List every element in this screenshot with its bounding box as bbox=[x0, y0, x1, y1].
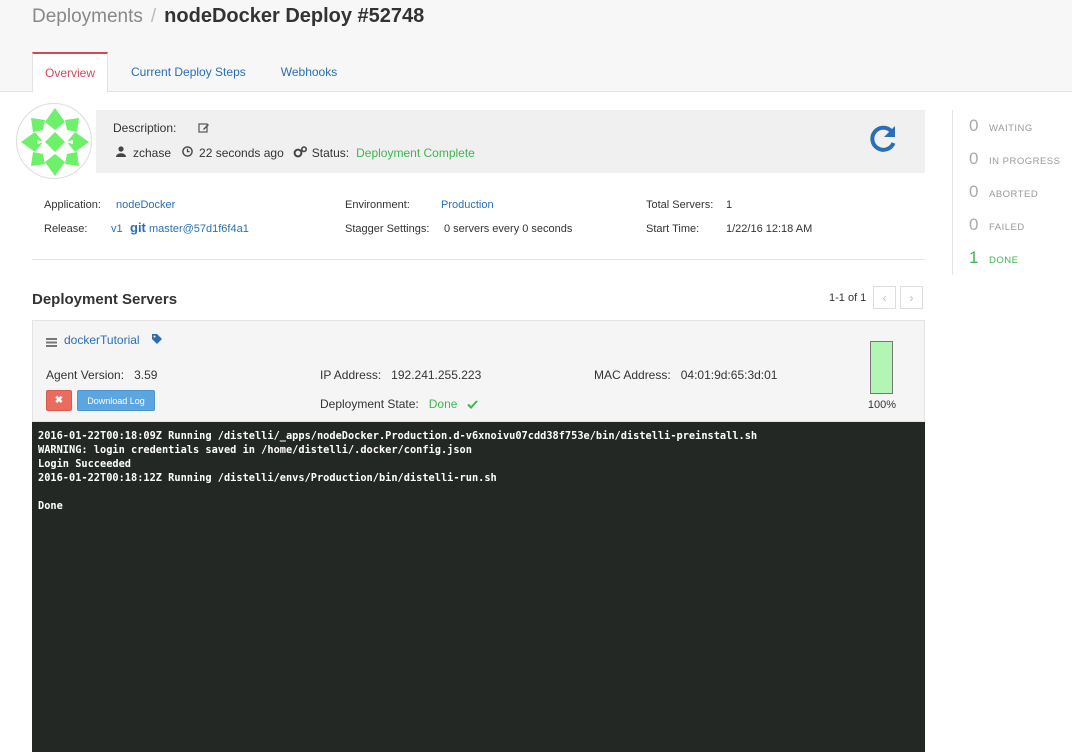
stat-in-progress-label: IN PROGRESS bbox=[989, 156, 1061, 167]
ip-address-label: IP Address: bbox=[320, 368, 382, 382]
server-icon bbox=[46, 336, 57, 347]
stat-aborted-label: ABORTED bbox=[989, 189, 1039, 200]
tab-current-deploy-steps[interactable]: Current Deploy Steps bbox=[119, 52, 258, 92]
agent-version-value: 3.59 bbox=[134, 368, 158, 382]
deployment-servers-title: Deployment Servers bbox=[32, 291, 178, 308]
deploy-time-ago: 22 seconds ago bbox=[199, 146, 284, 160]
deploy-progress-percent: 100% bbox=[867, 399, 897, 411]
server-panel: dockerTutorial Agent Version: 3.59 IP Ad… bbox=[32, 320, 925, 422]
deployment-state-value: Done bbox=[428, 397, 458, 411]
stat-failed-count: 0 bbox=[969, 215, 979, 234]
stat-done-count: 1 bbox=[969, 248, 979, 267]
agent-version: Agent Version: 3.59 bbox=[46, 368, 157, 382]
stagger-settings-label: Stagger Settings: bbox=[345, 223, 430, 235]
agent-version-label: Agent Version: bbox=[46, 368, 125, 382]
breadcrumb-deployments-link[interactable]: Deployments bbox=[32, 6, 143, 27]
page-title: nodeDocker Deploy #52748 bbox=[164, 5, 425, 27]
refresh-icon[interactable] bbox=[868, 124, 898, 154]
clock-icon bbox=[180, 146, 194, 160]
deployment-state-label: Deployment State: bbox=[320, 397, 419, 411]
pager-prev-button[interactable]: ‹ bbox=[873, 286, 896, 309]
application-link[interactable]: nodeDocker bbox=[116, 199, 175, 211]
total-servers-label: Total Servers: bbox=[646, 199, 714, 211]
stat-aborted: 0 ABORTED bbox=[969, 182, 1038, 202]
stagger-settings-value: 0 servers every 0 seconds bbox=[444, 223, 573, 235]
total-servers-value: 1 bbox=[726, 199, 733, 211]
checkmark-icon bbox=[467, 398, 478, 412]
pager-next-button[interactable]: › bbox=[900, 286, 923, 309]
section-divider bbox=[32, 259, 925, 260]
download-log-button[interactable]: Download Log bbox=[77, 390, 155, 411]
stat-failed: 0 FAILED bbox=[969, 215, 1025, 235]
environment-label: Environment: bbox=[345, 199, 410, 211]
stat-done-label: DONE bbox=[989, 255, 1019, 266]
avatar bbox=[16, 103, 92, 179]
page-header: Deployments / nodeDocker Deploy #52748 Ove… bbox=[0, 0, 1072, 93]
release-commit-link[interactable]: master@57d1f6f4a1 bbox=[149, 223, 249, 235]
deploy-meta-row: zchase 22 seconds ago Status: Deployment… bbox=[114, 146, 475, 160]
stat-aborted-count: 0 bbox=[969, 182, 979, 201]
server-header: dockerTutorial bbox=[46, 333, 162, 347]
mac-address-label: MAC Address: bbox=[594, 368, 671, 382]
tab-overview[interactable]: Overview bbox=[32, 52, 109, 93]
server-name-link[interactable]: dockerTutorial bbox=[64, 333, 140, 347]
gears-icon bbox=[293, 146, 307, 160]
stat-done: 1 DONE bbox=[969, 248, 1018, 268]
stat-failed-label: FAILED bbox=[989, 222, 1025, 233]
stat-in-progress-count: 0 bbox=[969, 149, 979, 168]
stat-in-progress: 0 IN PROGRESS bbox=[969, 149, 1061, 169]
breadcrumb-separator: / bbox=[150, 6, 157, 27]
status-label: Status: bbox=[311, 146, 350, 160]
tab-bar: Overview Current Deploy Steps Webhooks bbox=[32, 52, 360, 93]
mac-address-value: 04:01:9d:65:3d:01 bbox=[680, 368, 778, 382]
mac-address: MAC Address: 04:01:9d:65:3d:01 bbox=[594, 368, 777, 382]
deploy-log-console: 2016-01-22T00:18:09Z Running /distelli/_… bbox=[32, 422, 925, 752]
stat-waiting-label: WAITING bbox=[989, 123, 1033, 134]
tab-webhooks[interactable]: Webhooks bbox=[269, 52, 349, 92]
application-label: Application: bbox=[44, 199, 101, 211]
start-time-label: Start Time: bbox=[646, 223, 700, 235]
release-label: Release: bbox=[44, 223, 88, 235]
tag-icon[interactable] bbox=[151, 333, 162, 347]
stat-waiting-count: 0 bbox=[969, 116, 979, 135]
avatar-identicon-icon bbox=[21, 108, 89, 176]
git-logo-icon: git bbox=[130, 220, 146, 235]
description-label: Description: bbox=[113, 121, 177, 135]
cancel-deploy-button[interactable]: ✖ bbox=[46, 390, 72, 411]
deployment-state: Deployment State: Done bbox=[320, 397, 478, 412]
stat-waiting: 0 WAITING bbox=[969, 116, 1033, 136]
deploy-progress-fill bbox=[871, 342, 892, 393]
deploy-stats-sidebar: 0 WAITING 0 IN PROGRESS 0 ABORTED 0 FAILED 1… bbox=[952, 110, 1072, 275]
pager-count: 1-1 of 1 bbox=[829, 292, 867, 304]
deploy-summary-bar bbox=[96, 110, 925, 173]
release-version-link[interactable]: v1 bbox=[111, 223, 123, 235]
ip-address: IP Address: 192.241.255.223 bbox=[320, 368, 481, 382]
environment-link[interactable]: Production bbox=[441, 199, 494, 211]
breadcrumb: Deployments / nodeDocker Deploy #52748 bbox=[32, 5, 424, 28]
ip-address-value: 192.241.255.223 bbox=[391, 368, 482, 382]
start-time-value: 1/22/16 12:18 AM bbox=[726, 223, 813, 235]
user-icon bbox=[114, 146, 128, 160]
deploy-user: zchase bbox=[133, 146, 172, 160]
status-value: Deployment Complete bbox=[356, 146, 475, 160]
deploy-progress-bar bbox=[870, 341, 893, 394]
edit-description-icon[interactable] bbox=[198, 122, 210, 134]
